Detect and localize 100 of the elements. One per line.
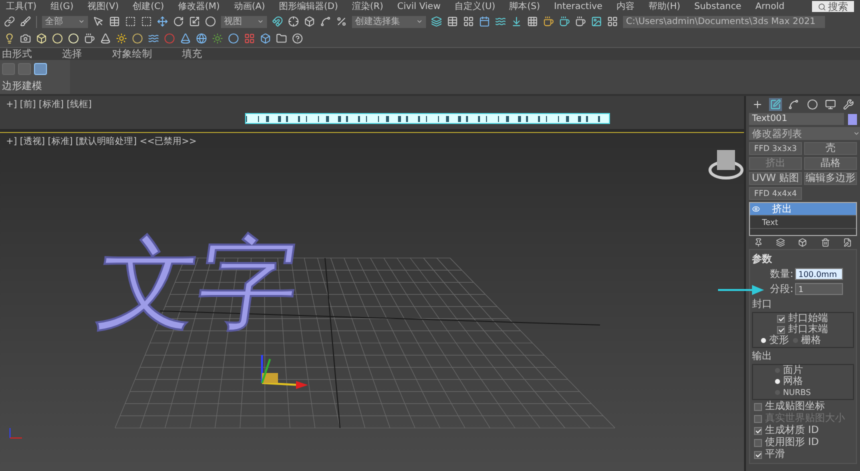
curve-icon[interactable] bbox=[495, 16, 506, 27]
pointer-arrow-icon bbox=[718, 285, 764, 295]
radio-button[interactable]: NURBS bbox=[755, 387, 851, 398]
modifier-button[interactable]: FFD 4x4x4 bbox=[749, 187, 802, 200]
light-icon[interactable] bbox=[4, 33, 15, 44]
radio-button[interactable]: 栅格 bbox=[793, 335, 821, 346]
globe-icon[interactable] bbox=[196, 33, 207, 44]
modifier-button[interactable]: 晶格 bbox=[804, 157, 857, 170]
help-icon[interactable] bbox=[292, 33, 303, 44]
object-name-field[interactable]: Text001 bbox=[749, 113, 844, 125]
menu-item[interactable]: Civil View bbox=[397, 2, 441, 12]
modifier-button[interactable]: FFD 3x3x3 bbox=[749, 142, 802, 155]
menu-item[interactable]: 视图(V) bbox=[88, 0, 119, 13]
group-label: 输出 bbox=[752, 350, 773, 363]
reference-coordinate-dropdown[interactable]: 视图 bbox=[221, 16, 267, 28]
layers-icon[interactable] bbox=[431, 16, 442, 27]
menu-item[interactable]: 帮助(H) bbox=[648, 0, 680, 13]
grid-layout-icon[interactable] bbox=[463, 16, 474, 27]
checkbox[interactable]: 平滑 bbox=[752, 449, 854, 460]
file-icon[interactable] bbox=[276, 33, 287, 44]
menu-item[interactable]: 内容 bbox=[616, 0, 634, 13]
ribbon-panel-label[interactable]: 边形建模 bbox=[2, 79, 68, 93]
menu-item[interactable]: Arnold bbox=[755, 2, 784, 12]
menu-item[interactable]: 渲染(R) bbox=[352, 0, 384, 13]
align-icon[interactable] bbox=[511, 16, 522, 27]
caret-icon bbox=[78, 18, 85, 25]
pointer-icon[interactable] bbox=[93, 16, 104, 27]
viewport-label[interactable]: +] [透视] [标准] [默认明暗处理] <<已禁用>> bbox=[0, 133, 203, 150]
checkbox[interactable]: 封口末端 bbox=[755, 324, 851, 335]
schematic-icon[interactable] bbox=[479, 16, 490, 27]
sphere-icon[interactable] bbox=[68, 33, 79, 44]
menu-item[interactable]: 工具(T) bbox=[6, 0, 37, 13]
ribbon-tab[interactable]: 选择 bbox=[62, 47, 82, 61]
project-path-dropdown[interactable]: C:\Users\admin\Documents\3ds Max 2021 bbox=[623, 16, 825, 28]
move-icon[interactable] bbox=[157, 16, 168, 27]
radio-button[interactable]: 面片 bbox=[755, 365, 851, 376]
modifier-button[interactable]: UVW 贴图 bbox=[749, 172, 802, 185]
create-icon[interactable] bbox=[751, 98, 764, 111]
render-frame-icon[interactable] bbox=[591, 16, 602, 27]
menu-item[interactable]: Substance bbox=[694, 2, 742, 12]
menu-item[interactable]: 动画(A) bbox=[234, 0, 266, 13]
link-icon[interactable] bbox=[4, 16, 15, 27]
selection-filter-dropdown[interactable]: 全部 bbox=[42, 16, 88, 28]
checkbox[interactable]: 使用图形 ID bbox=[752, 437, 854, 448]
radio-button[interactable]: 变形 bbox=[755, 335, 789, 346]
modifier-button[interactable]: 编辑多边形 bbox=[804, 172, 857, 185]
menu-item[interactable]: 自定义(U) bbox=[454, 0, 496, 13]
pin-icon[interactable] bbox=[754, 238, 763, 247]
delete-icon[interactable] bbox=[820, 238, 830, 247]
menu-item[interactable]: 修改器(M) bbox=[178, 0, 220, 13]
viewport-label[interactable]: +] [前] [标准] [线框] bbox=[0, 96, 98, 113]
selection-set-field[interactable]: 创建选择集 bbox=[352, 16, 426, 28]
shaded-sphere-icon[interactable] bbox=[228, 33, 239, 44]
menu-item[interactable]: 脚本(S) bbox=[509, 0, 540, 13]
stack-item[interactable]: Text bbox=[750, 216, 856, 229]
configure-icon[interactable] bbox=[843, 238, 852, 247]
menu-item[interactable]: Interactive bbox=[554, 2, 602, 12]
camera-icon[interactable] bbox=[20, 33, 31, 44]
modifier-list-dropdown[interactable]: 修改器列表 bbox=[749, 127, 860, 140]
search-field[interactable]: 搜索 bbox=[812, 1, 854, 12]
radio-button[interactable]: 网格 bbox=[755, 376, 851, 387]
checkbox[interactable]: 生成贴图坐标 bbox=[752, 401, 854, 412]
field-label: 数量: bbox=[770, 268, 794, 281]
viewport-grid-icon[interactable] bbox=[607, 16, 618, 27]
transform-gizmo-icon bbox=[261, 355, 308, 389]
rotate-icon[interactable] bbox=[173, 16, 184, 27]
sun-icon[interactable] bbox=[116, 33, 127, 44]
object-color-swatch[interactable] bbox=[848, 114, 857, 124]
rollout-title[interactable]: 参数 bbox=[752, 252, 854, 266]
percent-snap-icon[interactable] bbox=[336, 16, 347, 27]
menu-item[interactable]: 图形编辑器(D) bbox=[279, 0, 338, 13]
ribbon-tab[interactable]: 由形式 bbox=[2, 47, 32, 61]
search-placeholder: 搜索 bbox=[828, 0, 848, 13]
caret-icon bbox=[853, 130, 860, 137]
modify-icon[interactable] bbox=[769, 98, 782, 111]
display-icon[interactable] bbox=[824, 98, 837, 111]
axis-tripod-icon bbox=[10, 428, 22, 438]
caret-icon bbox=[416, 18, 423, 25]
stack-item[interactable]: 挤出 bbox=[750, 203, 856, 216]
utilities-icon[interactable] bbox=[842, 98, 855, 111]
search-icon bbox=[818, 2, 826, 10]
window-selection-icon[interactable] bbox=[141, 16, 152, 27]
crosshair-icon[interactable] bbox=[288, 16, 299, 27]
menu-item[interactable]: 组(G) bbox=[50, 0, 74, 13]
extruded-text: 文字 bbox=[90, 228, 306, 340]
group-label: 封口 bbox=[752, 298, 773, 311]
scale-icon[interactable] bbox=[189, 16, 200, 27]
selection-rectangle-icon[interactable] bbox=[125, 16, 136, 27]
checkbox[interactable]: 生成材质 ID bbox=[752, 425, 854, 436]
segments-spinner[interactable]: 1 bbox=[795, 283, 844, 295]
modifier-button[interactable]: 壳 bbox=[804, 142, 857, 155]
menu-item[interactable]: 创建(C) bbox=[132, 0, 164, 13]
brush-icon[interactable] bbox=[20, 16, 31, 27]
cone-icon[interactable] bbox=[100, 33, 111, 44]
ribbon-tab[interactable]: 填充 bbox=[182, 47, 202, 61]
amount-spinner[interactable]: 100.0mm bbox=[795, 268, 844, 280]
eye-icon[interactable] bbox=[752, 205, 760, 213]
checkbox[interactable]: 封口始端 bbox=[755, 313, 851, 324]
ribbon-tab[interactable]: 对象绘制 bbox=[112, 47, 152, 61]
wave-icon[interactable] bbox=[148, 33, 159, 44]
